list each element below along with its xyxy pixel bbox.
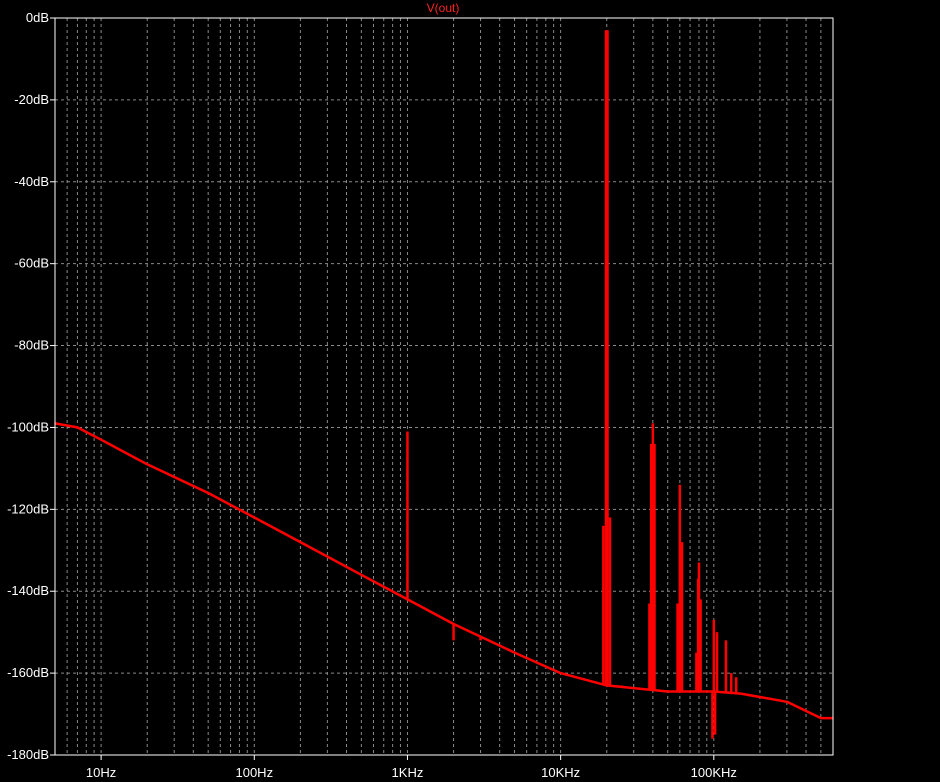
x-tick-label: 100KHz [691,765,737,780]
y-tick-label: 0dB [26,10,49,25]
x-tick-label: 10Hz [86,765,116,780]
spectrum-plot: 0dB -20dB -40dB -60dB -80dB -100dB -120dB -140d… [0,0,940,782]
y-tick-label: -60dB [14,256,49,271]
y-tick-label: -120dB [7,501,49,516]
y-tick-label: -160dB [7,665,49,680]
plot-background [0,0,940,782]
y-tick-label: -80dB [14,338,49,353]
y-tick-label: -40dB [14,174,49,189]
x-tick-label: 1KHz [392,765,424,780]
x-tick-label: 100Hz [235,765,273,780]
y-tick-label: -20dB [14,92,49,107]
y-tick-label: -140dB [7,583,49,598]
y-tick-label: -180dB [7,747,49,762]
x-tick-label: 10KHz [541,765,580,780]
chart-title: V(out) [427,1,460,15]
y-tick-label: -100dB [7,419,49,434]
